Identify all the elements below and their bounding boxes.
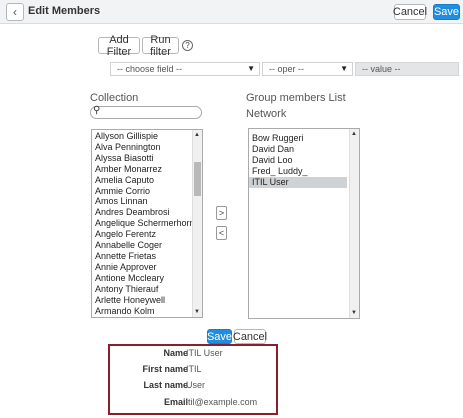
list-item[interactable]: Amos Linnan (92, 196, 202, 207)
collection-scrollbar[interactable]: ▲ ▼ (192, 130, 202, 317)
operator-label: -- oper -- (269, 64, 305, 74)
group-members-label: Group members List (246, 92, 346, 104)
list-item[interactable]: Ammie Corrio (92, 186, 202, 197)
search-input[interactable]: ⚲ (90, 105, 202, 119)
chevron-left-icon: ‹ (13, 5, 17, 19)
info-key: Name (163, 348, 188, 358)
page-title: Edit Members (28, 5, 101, 17)
list-item[interactable]: Arlette Honeywell (92, 295, 202, 306)
choose-field-select[interactable]: -- choose field -- ▼ (110, 62, 260, 76)
list-item[interactable]: Annie Approver (92, 262, 202, 273)
collection-label: Collection (90, 92, 139, 104)
move-right-button[interactable]: > (216, 206, 227, 220)
info-row: Last name User (110, 380, 276, 394)
list-item[interactable]: Bow Ruggeri (249, 133, 347, 144)
scroll-down-icon[interactable]: ▼ (194, 309, 200, 315)
save-button[interactable]: Save (207, 329, 232, 344)
search-icon: ⚲ (93, 105, 101, 116)
run-filter-button[interactable]: Run filter (142, 34, 179, 58)
info-key: Email (163, 397, 188, 407)
list-item[interactable]: Armando Kolm (92, 306, 202, 317)
list-item[interactable]: ITIL User (249, 176, 347, 188)
scroll-up-icon[interactable]: ▲ (194, 132, 200, 138)
network-label: Network (246, 108, 287, 120)
cancel-button[interactable]: Cancel (233, 329, 267, 344)
list-item[interactable]: Angelo Ferentz (92, 229, 202, 240)
header-save-button[interactable]: Save (433, 4, 460, 20)
list-item[interactable]: Annabelle Coger (92, 240, 202, 251)
info-value: ITIL (186, 364, 202, 374)
list-item[interactable]: Antione Mccleary (92, 273, 202, 284)
operator-select[interactable]: -- oper -- ▼ (262, 62, 353, 76)
info-value: itil@example.com (186, 397, 258, 407)
list-item[interactable]: Fred_ Luddy_ (249, 166, 347, 177)
move-left-button[interactable]: < (216, 226, 227, 240)
back-button[interactable]: ‹ (6, 3, 24, 21)
info-value: User (186, 380, 206, 390)
user-info-panel: Name ITIL User First name ITIL Last name User… (108, 344, 278, 415)
info-key: Last name (143, 380, 188, 390)
group-scrollbar[interactable]: ▲ ▼ (349, 129, 359, 318)
info-value: ITIL User (186, 348, 223, 358)
info-row: Email itil@example.com (110, 397, 276, 411)
add-filter-button[interactable]: Add Filter (98, 34, 140, 58)
info-row: Name ITIL User (110, 348, 276, 362)
list-item[interactable]: Amelia Caputo (92, 175, 202, 186)
scroll-up-icon[interactable]: ▲ (351, 131, 357, 137)
list-item[interactable]: Armando Papik (92, 316, 202, 317)
list-item[interactable]: Antony Thierauf (92, 284, 202, 295)
list-item[interactable]: Angelique Schermerhorn (92, 218, 202, 229)
scroll-down-icon[interactable]: ▼ (351, 310, 357, 316)
choose-field-label: -- choose field -- (117, 64, 183, 74)
list-item[interactable]: Andres Deambrosi (92, 207, 202, 218)
list-item[interactable]: Annette Frietas (92, 251, 202, 262)
header-bar: ‹ Edit Members Cancel Save (0, 0, 463, 24)
scroll-thumb[interactable] (194, 162, 201, 196)
list-item[interactable]: Alva Pennington (92, 142, 202, 153)
dropdown-arrow-icon: ▼ (340, 64, 348, 73)
header-cancel-button[interactable]: Cancel (393, 4, 427, 20)
list-item[interactable]: Amber Monarrez (92, 164, 202, 175)
list-item[interactable]: David Dan (249, 144, 347, 155)
collection-list[interactable]: Allyson Gillispie Alva Pennington Alyssa B… (91, 129, 203, 318)
value-input[interactable]: -- value -- (355, 62, 459, 76)
list-item[interactable]: Alyssa Biasotti (92, 153, 202, 164)
info-key: First name (142, 364, 188, 374)
dropdown-arrow-icon: ▼ (247, 64, 255, 73)
list-item[interactable]: Allyson Gillispie (92, 131, 202, 142)
info-row: First name ITIL (110, 364, 276, 378)
group-members-list[interactable]: Bow Ruggeri David Dan David Loo Fred_ Luddy… (248, 128, 360, 319)
list-item[interactable]: David Loo (249, 155, 347, 166)
help-icon[interactable]: ? (182, 40, 193, 51)
